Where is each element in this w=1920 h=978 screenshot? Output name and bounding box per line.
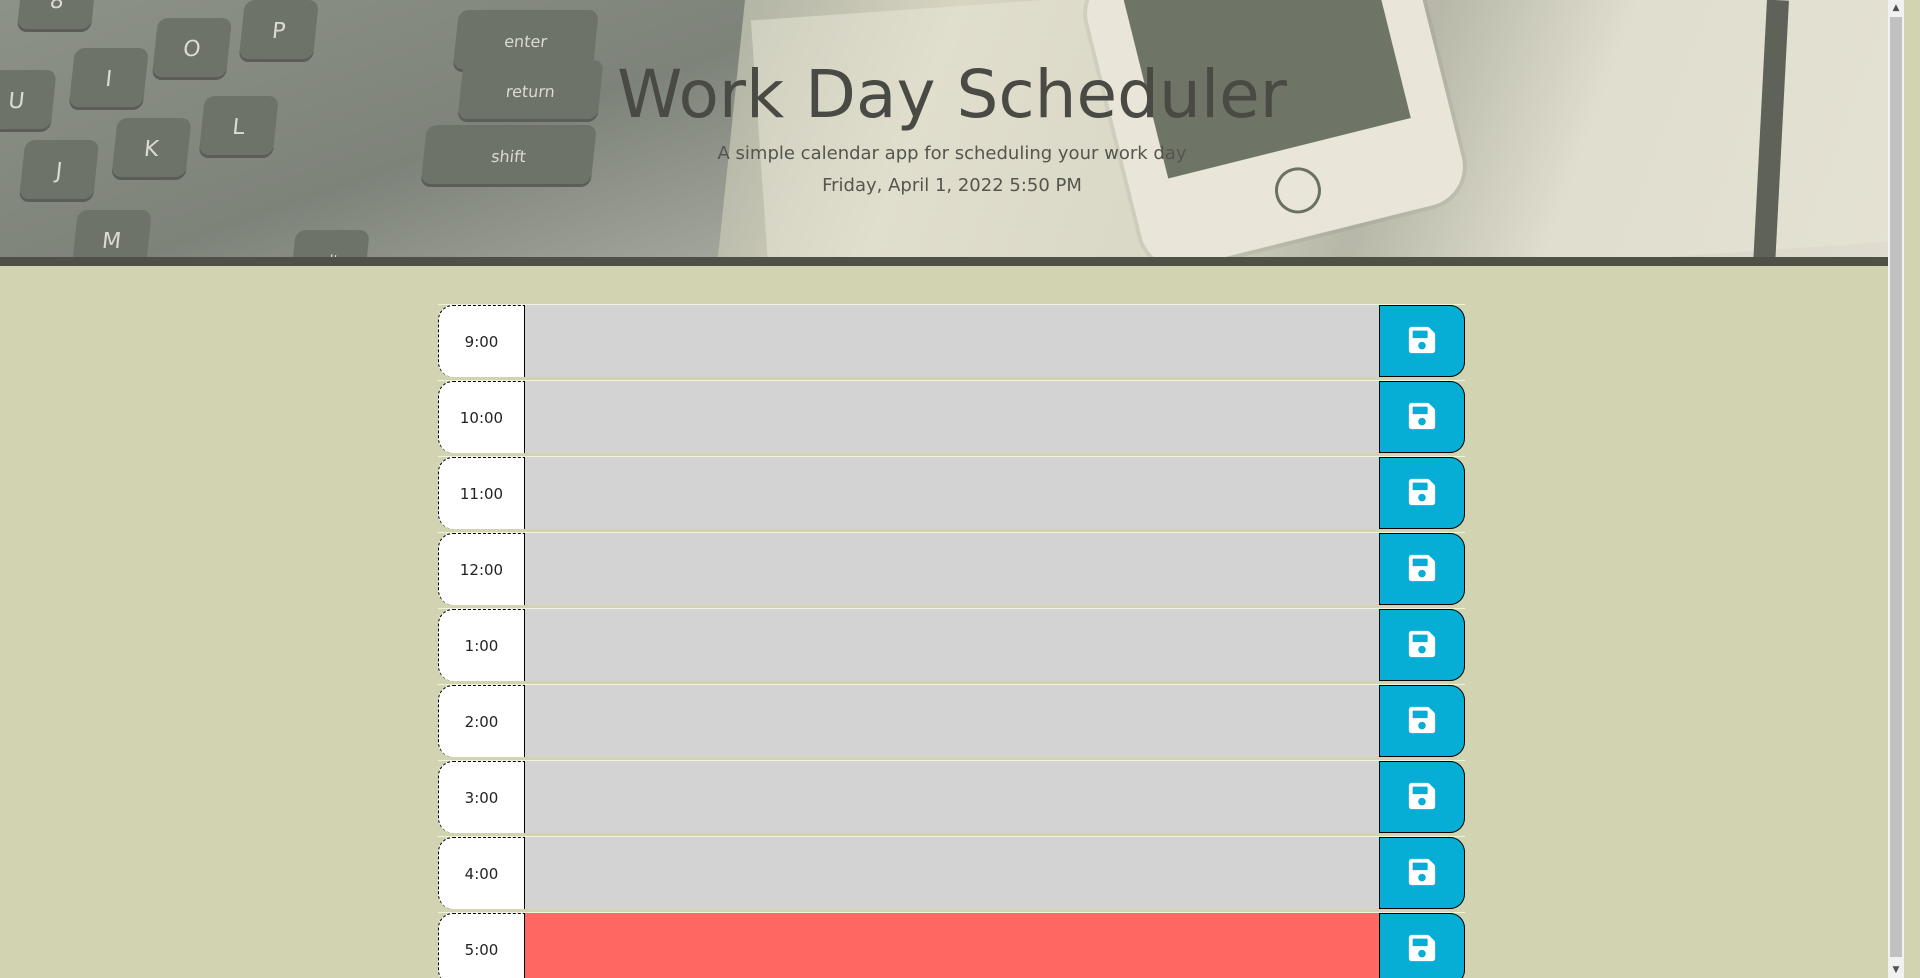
time-block-description-input[interactable] [525,457,1379,529]
time-block-description-input[interactable] [525,381,1379,453]
time-block-hour: 2:00 [438,685,525,757]
time-block-row: 3:00 [438,760,1465,833]
page-subtitle: A simple calendar app for scheduling you… [717,143,1187,164]
floppy-disk-icon [1407,629,1437,662]
save-button[interactable] [1379,305,1465,377]
current-day: Friday, April 1, 2022 5:50 PM [822,175,1082,196]
time-block-description-input[interactable] [525,533,1379,605]
time-block-description-input[interactable] [525,837,1379,909]
save-button[interactable] [1379,457,1465,529]
floppy-disk-icon [1407,933,1437,966]
time-block-description-input[interactable] [525,913,1379,978]
time-block-hour: 5:00 [438,913,525,978]
header-text: Work Day Scheduler A simple calendar app… [0,0,1904,257]
scroll-up-arrow-icon[interactable]: ▲ [1888,0,1904,16]
page: 8 O P U I J K L M enter return shift alt… [0,0,1904,978]
save-button[interactable] [1379,609,1465,681]
time-block-hour: 9:00 [438,305,525,377]
time-block-row: 2:00 [438,684,1465,757]
scroll-down-arrow-icon[interactable]: ▼ [1888,962,1904,978]
time-block-hour: 1:00 [438,609,525,681]
floppy-disk-icon [1407,857,1437,890]
save-button[interactable] [1379,685,1465,757]
save-button[interactable] [1379,913,1465,978]
time-block-row: 5:00 [438,912,1465,978]
time-block-description-input[interactable] [525,685,1379,757]
time-block-hour: 3:00 [438,761,525,833]
time-block-list: 9:00 10:00 11:00 12:00 1:00 2:00 3:00 4:… [438,304,1465,978]
vertical-scrollbar[interactable]: ▲ ▼ [1888,0,1904,978]
time-block-row: 11:00 [438,456,1465,529]
time-block-row: 9:00 [438,304,1465,377]
time-block-row: 4:00 [438,836,1465,909]
floppy-disk-icon [1407,477,1437,510]
time-block-description-input[interactable] [525,609,1379,681]
floppy-disk-icon [1407,553,1437,586]
time-block-row: 12:00 [438,532,1465,605]
save-button[interactable] [1379,533,1465,605]
time-block-hour: 4:00 [438,837,525,909]
time-block-row: 10:00 [438,380,1465,453]
floppy-disk-icon [1407,325,1437,358]
save-button[interactable] [1379,381,1465,453]
page-title: Work Day Scheduler [617,56,1287,133]
save-button[interactable] [1379,837,1465,909]
header-jumbotron: 8 O P U I J K L M enter return shift alt… [0,0,1904,266]
floppy-disk-icon [1407,401,1437,434]
time-block-row: 1:00 [438,608,1465,681]
time-block-description-input[interactable] [525,761,1379,833]
time-block-hour: 10:00 [438,381,525,453]
time-block-description-input[interactable] [525,305,1379,377]
time-block-hour: 12:00 [438,533,525,605]
floppy-disk-icon [1407,705,1437,738]
time-block-hour: 11:00 [438,457,525,529]
floppy-disk-icon [1407,781,1437,814]
save-button[interactable] [1379,761,1465,833]
scrollbar-thumb[interactable] [1890,17,1902,957]
